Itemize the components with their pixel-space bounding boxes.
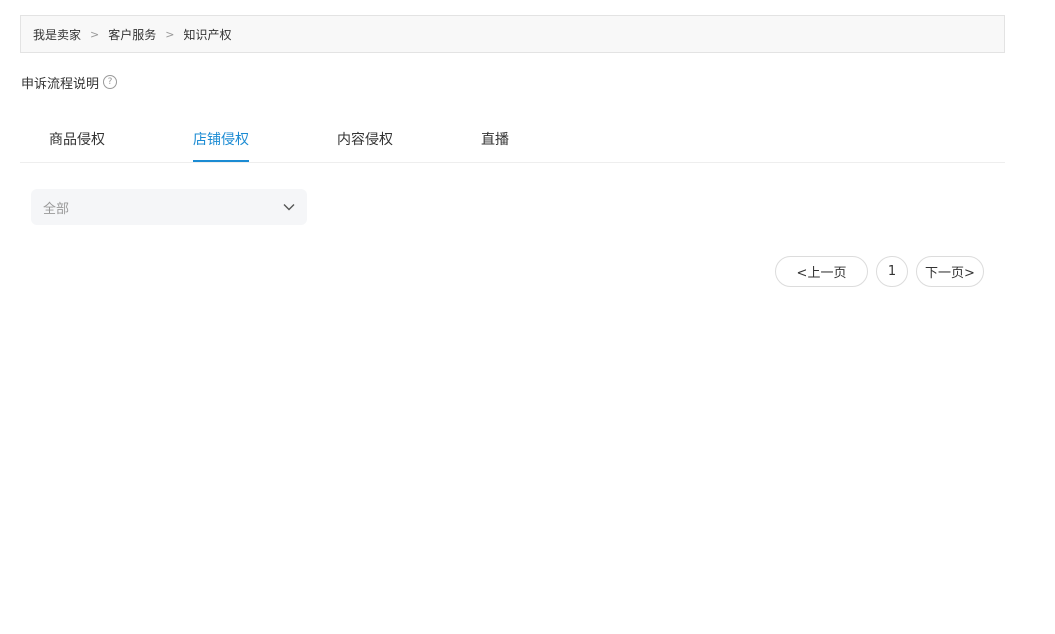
infringement-tabs: 商品侵权 店铺侵权 内容侵权 直播	[20, 120, 1005, 163]
breadcrumb-separator: >	[165, 27, 175, 41]
breadcrumb-item-customer-service[interactable]: 客户服务	[108, 26, 156, 43]
prev-page-button[interactable]: <上一页	[775, 256, 868, 287]
tab-live-stream[interactable]: 直播	[481, 120, 509, 162]
appeal-process-row: 申诉流程说明 ?	[21, 73, 118, 92]
tab-content-infringement[interactable]: 内容侵权	[337, 120, 393, 162]
breadcrumb-item-seller[interactable]: 我是卖家	[33, 26, 81, 43]
category-select-value: 全部	[43, 201, 70, 217]
breadcrumb: 我是卖家 > 客户服务 > 知识产权	[20, 15, 1005, 53]
category-select[interactable]: 全部	[31, 189, 307, 225]
question-circle-icon[interactable]: ?	[103, 75, 118, 89]
next-page-button[interactable]: 下一页>	[916, 256, 984, 287]
tab-product-infringement[interactable]: 商品侵权	[49, 120, 105, 162]
breadcrumb-item-ip: 知识产权	[183, 27, 232, 42]
breadcrumb-separator: >	[90, 27, 100, 41]
page-number-button[interactable]: 1	[876, 256, 908, 287]
tab-store-infringement[interactable]: 店铺侵权	[193, 120, 249, 162]
chevron-down-icon	[283, 201, 295, 213]
appeal-process-label: 申诉流程说明	[21, 76, 100, 92]
